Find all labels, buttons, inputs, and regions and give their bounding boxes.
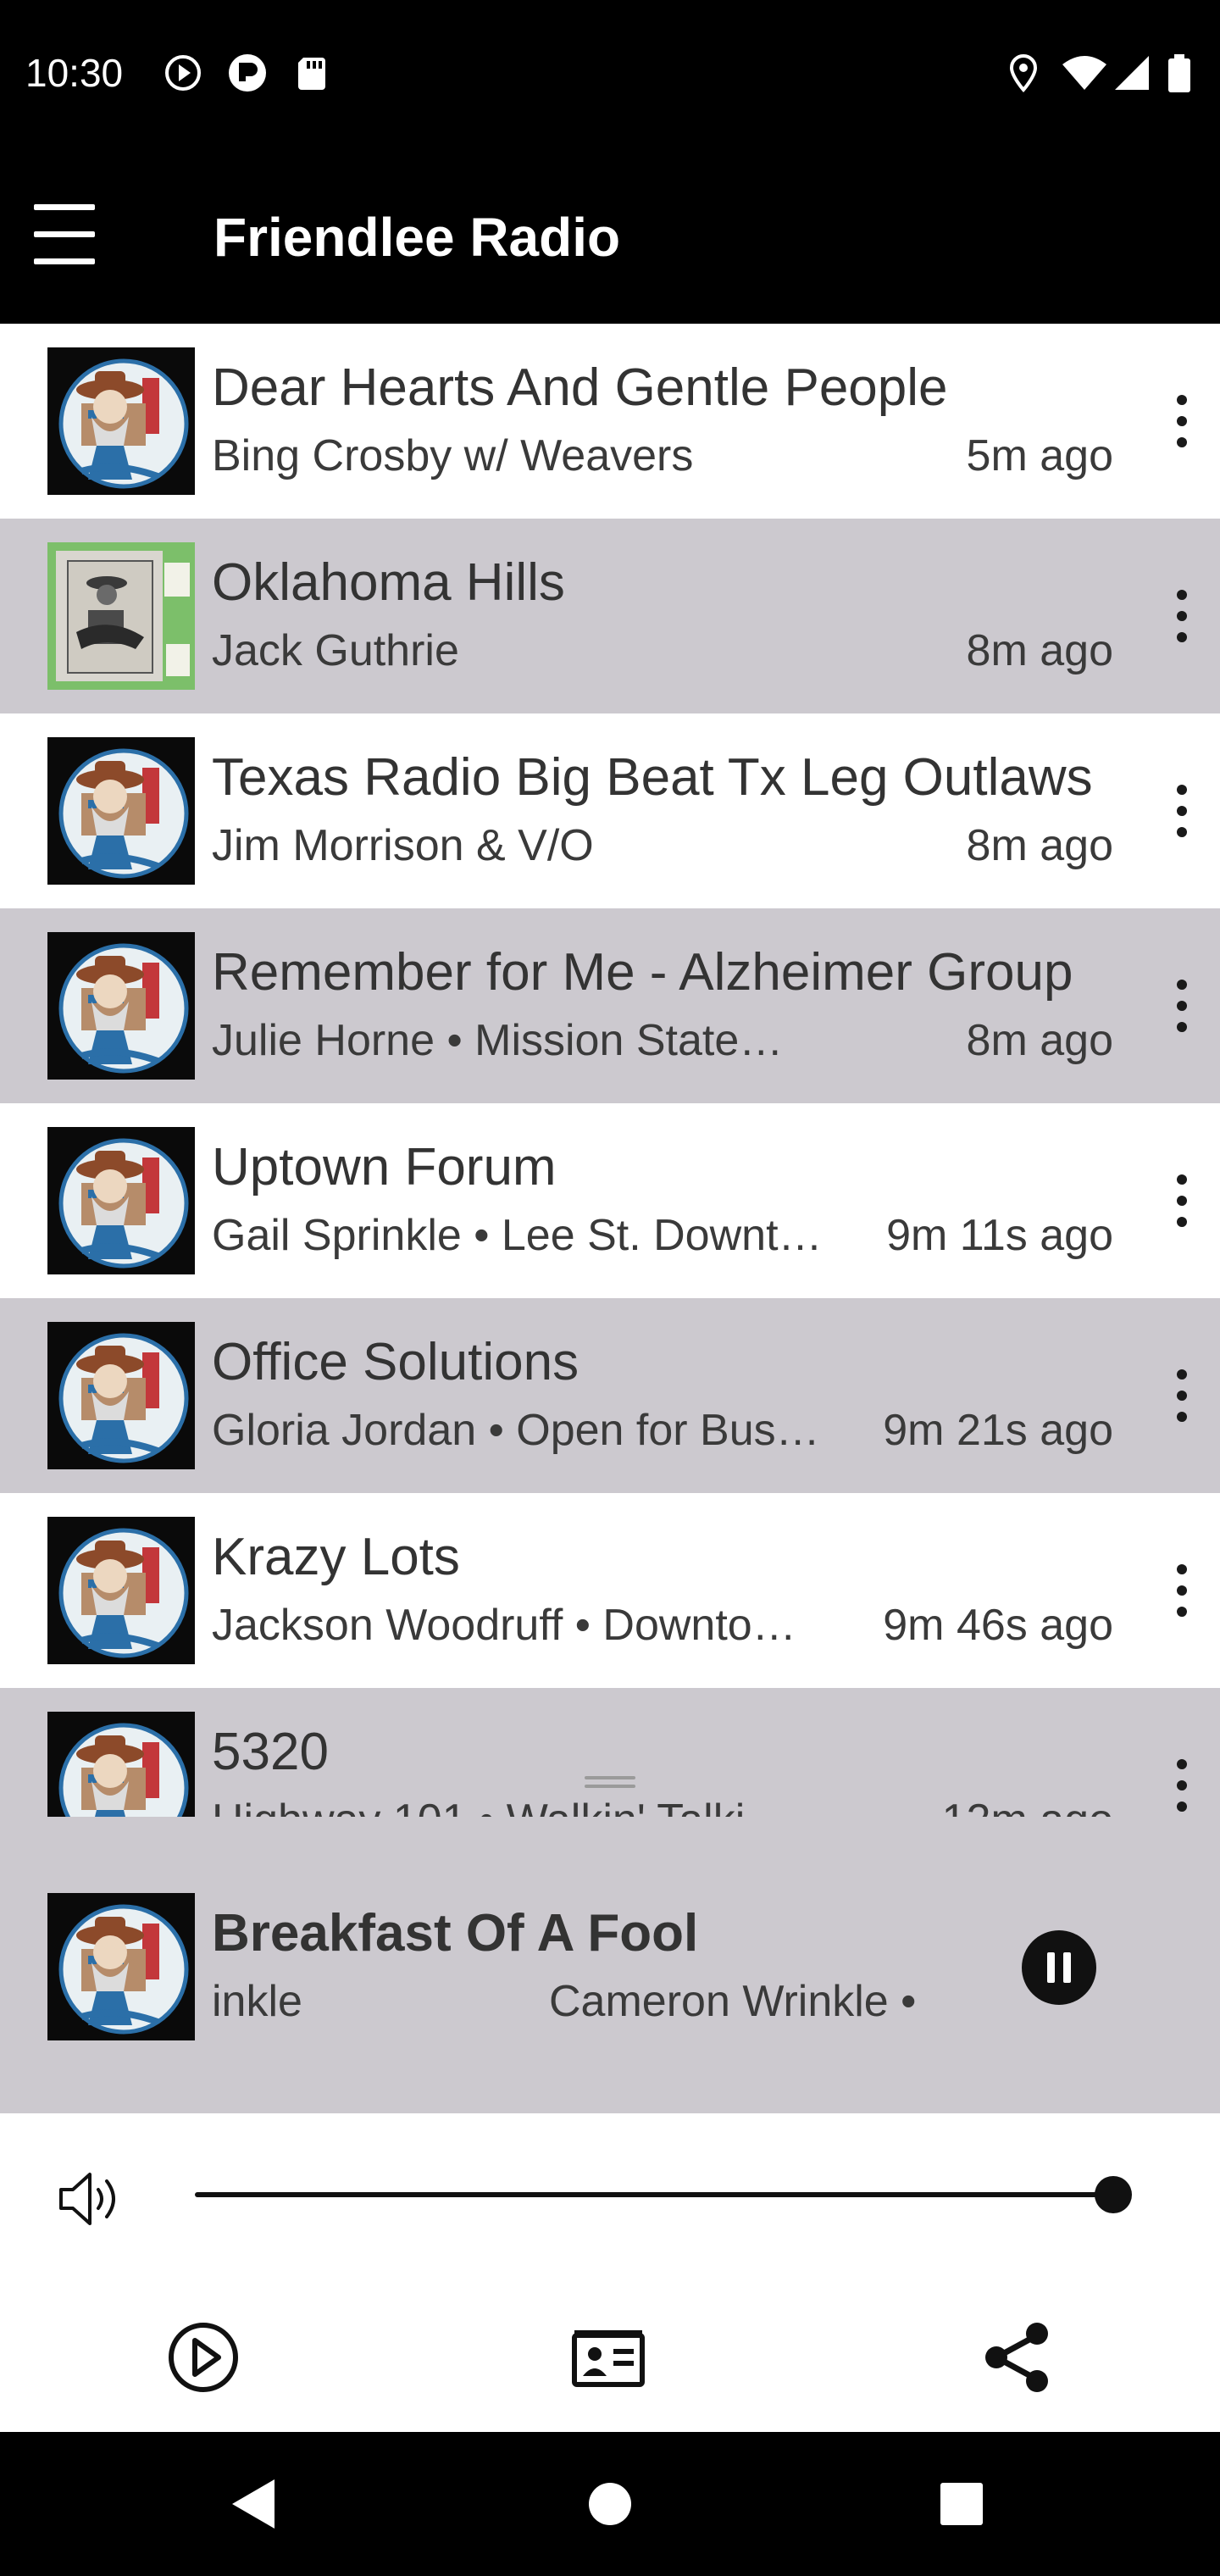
- album-art: [47, 542, 195, 690]
- play-circle-icon: [165, 55, 201, 91]
- track-row[interactable]: Remember for Me - Alzheimer Group Julie H…: [0, 908, 1220, 1103]
- track-time-ago: 12m ago: [942, 1793, 1113, 1817]
- volume-slider-thumb[interactable]: [1095, 2176, 1132, 2213]
- track-time-ago: 8m ago: [966, 1016, 1113, 1065]
- track-time-ago: 9m 11s ago: [886, 1211, 1113, 1260]
- station-logo: [47, 932, 195, 1080]
- wifi-icon: [1062, 56, 1106, 90]
- signal-icon: [1115, 56, 1149, 90]
- more-options-icon[interactable]: [1169, 1366, 1195, 1425]
- track-row[interactable]: 5320 Highway 101 • Walkin' Talki… 12m ago: [0, 1688, 1220, 1817]
- more-options-icon[interactable]: [1169, 1561, 1195, 1620]
- track-row[interactable]: Uptown Forum Gail Sprinkle • Lee St. Down…: [0, 1103, 1220, 1298]
- sd-card-icon: [298, 58, 325, 90]
- track-artist: Jack Guthrie: [212, 626, 459, 675]
- station-logo: [47, 1322, 195, 1469]
- track-row[interactable]: Oklahoma Hills Jack Guthrie 8m ago: [0, 519, 1220, 713]
- status-time: 10:30: [25, 51, 124, 95]
- pocket-casts-icon: [229, 54, 266, 92]
- track-title: Office Solutions: [212, 1333, 580, 1391]
- track-title: Krazy Lots: [212, 1528, 460, 1586]
- status-bar: 10:30: [0, 0, 1220, 144]
- volume-section: [0, 2113, 1220, 2283]
- track-row[interactable]: Office Solutions Gloria Jordan • Open for…: [0, 1298, 1220, 1493]
- track-artist: Bing Crosby w/ Weavers: [212, 431, 694, 480]
- station-logo-image: [47, 737, 195, 885]
- station-logo-image: [47, 1322, 195, 1469]
- now-playing-title: Breakfast Of A Fool: [212, 1904, 699, 1963]
- back-icon[interactable]: [217, 2466, 293, 2542]
- pause-button[interactable]: [1022, 1930, 1096, 2005]
- app-title: Friendlee Radio: [214, 207, 621, 268]
- marquee-text-left: inkle: [212, 1977, 302, 2026]
- controls-bar: [0, 2283, 1220, 2432]
- station-logo: [47, 1517, 195, 1664]
- more-options-icon[interactable]: [1169, 1756, 1195, 1815]
- station-logo-image: [47, 1712, 195, 1817]
- track-time-ago: 9m 46s ago: [883, 1601, 1113, 1650]
- track-title: Dear Hearts And Gentle People: [212, 358, 948, 417]
- track-title: 5320: [212, 1723, 329, 1781]
- station-logo: [47, 1127, 195, 1274]
- home-icon[interactable]: [572, 2466, 648, 2542]
- battery-icon: [1168, 54, 1190, 92]
- track-artist: Jackson Woodruff • Downto…: [212, 1601, 796, 1650]
- volume-slider-track[interactable]: [195, 2192, 1115, 2197]
- track-artist: Gail Sprinkle • Lee St. Downt…: [212, 1211, 823, 1260]
- more-options-icon[interactable]: [1169, 781, 1195, 841]
- station-logo: [47, 347, 195, 495]
- track-history-list[interactable]: Dear Hearts And Gentle People Bing Crosby…: [0, 324, 1220, 1817]
- now-playing-art: [47, 1893, 195, 2040]
- play-circle-icon[interactable]: [163, 2317, 244, 2398]
- recents-icon[interactable]: [923, 2466, 1000, 2542]
- share-icon[interactable]: [976, 2317, 1057, 2398]
- track-title: Remember for Me - Alzheimer Group: [212, 943, 1073, 1002]
- now-playing-artist-marquee: inkle Cameron Wrinkle •: [212, 1974, 932, 2029]
- track-title: Uptown Forum: [212, 1138, 557, 1196]
- track-artist: Julie Horne • Mission State…: [212, 1016, 784, 1065]
- more-options-icon[interactable]: [1169, 1171, 1195, 1230]
- track-time-ago: 8m ago: [966, 821, 1113, 870]
- track-title: Oklahoma Hills: [212, 553, 565, 612]
- track-time-ago: 5m ago: [966, 431, 1113, 480]
- more-options-icon[interactable]: [1169, 586, 1195, 646]
- track-row[interactable]: Krazy Lots Jackson Woodruff • Downto… 9m 4…: [0, 1493, 1220, 1688]
- station-logo-image: [47, 347, 195, 495]
- track-artist: Jim Morrison & V/O: [212, 821, 594, 870]
- marquee-text-right: Cameron Wrinkle •: [549, 1977, 917, 2026]
- track-title: Texas Radio Big Beat Tx Leg Outlaws: [212, 748, 1093, 807]
- more-options-icon[interactable]: [1169, 391, 1195, 451]
- more-options-icon[interactable]: [1169, 976, 1195, 1035]
- track-row[interactable]: Dear Hearts And Gentle People Bing Crosby…: [0, 324, 1220, 519]
- contact-card-icon[interactable]: [568, 2317, 649, 2398]
- track-row[interactable]: Texas Radio Big Beat Tx Leg Outlaws Jim M…: [0, 713, 1220, 908]
- app-bar: Friendlee Radio: [0, 144, 1220, 324]
- station-logo-image: [47, 932, 195, 1080]
- now-playing-panel[interactable]: Breakfast Of A Fool inkle Cameron Wrinkl…: [0, 1776, 1220, 2113]
- album-cover-image: [47, 542, 195, 690]
- track-artist: Highway 101 • Walkin' Talki…: [212, 1793, 789, 1817]
- hamburger-menu-icon[interactable]: [34, 197, 97, 270]
- drag-handle[interactable]: [585, 1776, 635, 1790]
- track-artist: Gloria Jordan • Open for Bus…: [212, 1406, 820, 1455]
- station-logo: [47, 737, 195, 885]
- station-logo-image: [47, 1127, 195, 1274]
- track-time-ago: 9m 21s ago: [883, 1406, 1113, 1455]
- station-logo-image: [47, 1893, 195, 2040]
- location-icon: [1009, 53, 1038, 93]
- volume-icon[interactable]: [56, 2169, 124, 2229]
- track-time-ago: 8m ago: [966, 626, 1113, 675]
- station-logo-image: [47, 1517, 195, 1664]
- system-nav-bar: [0, 2432, 1220, 2576]
- station-logo: [47, 1712, 195, 1817]
